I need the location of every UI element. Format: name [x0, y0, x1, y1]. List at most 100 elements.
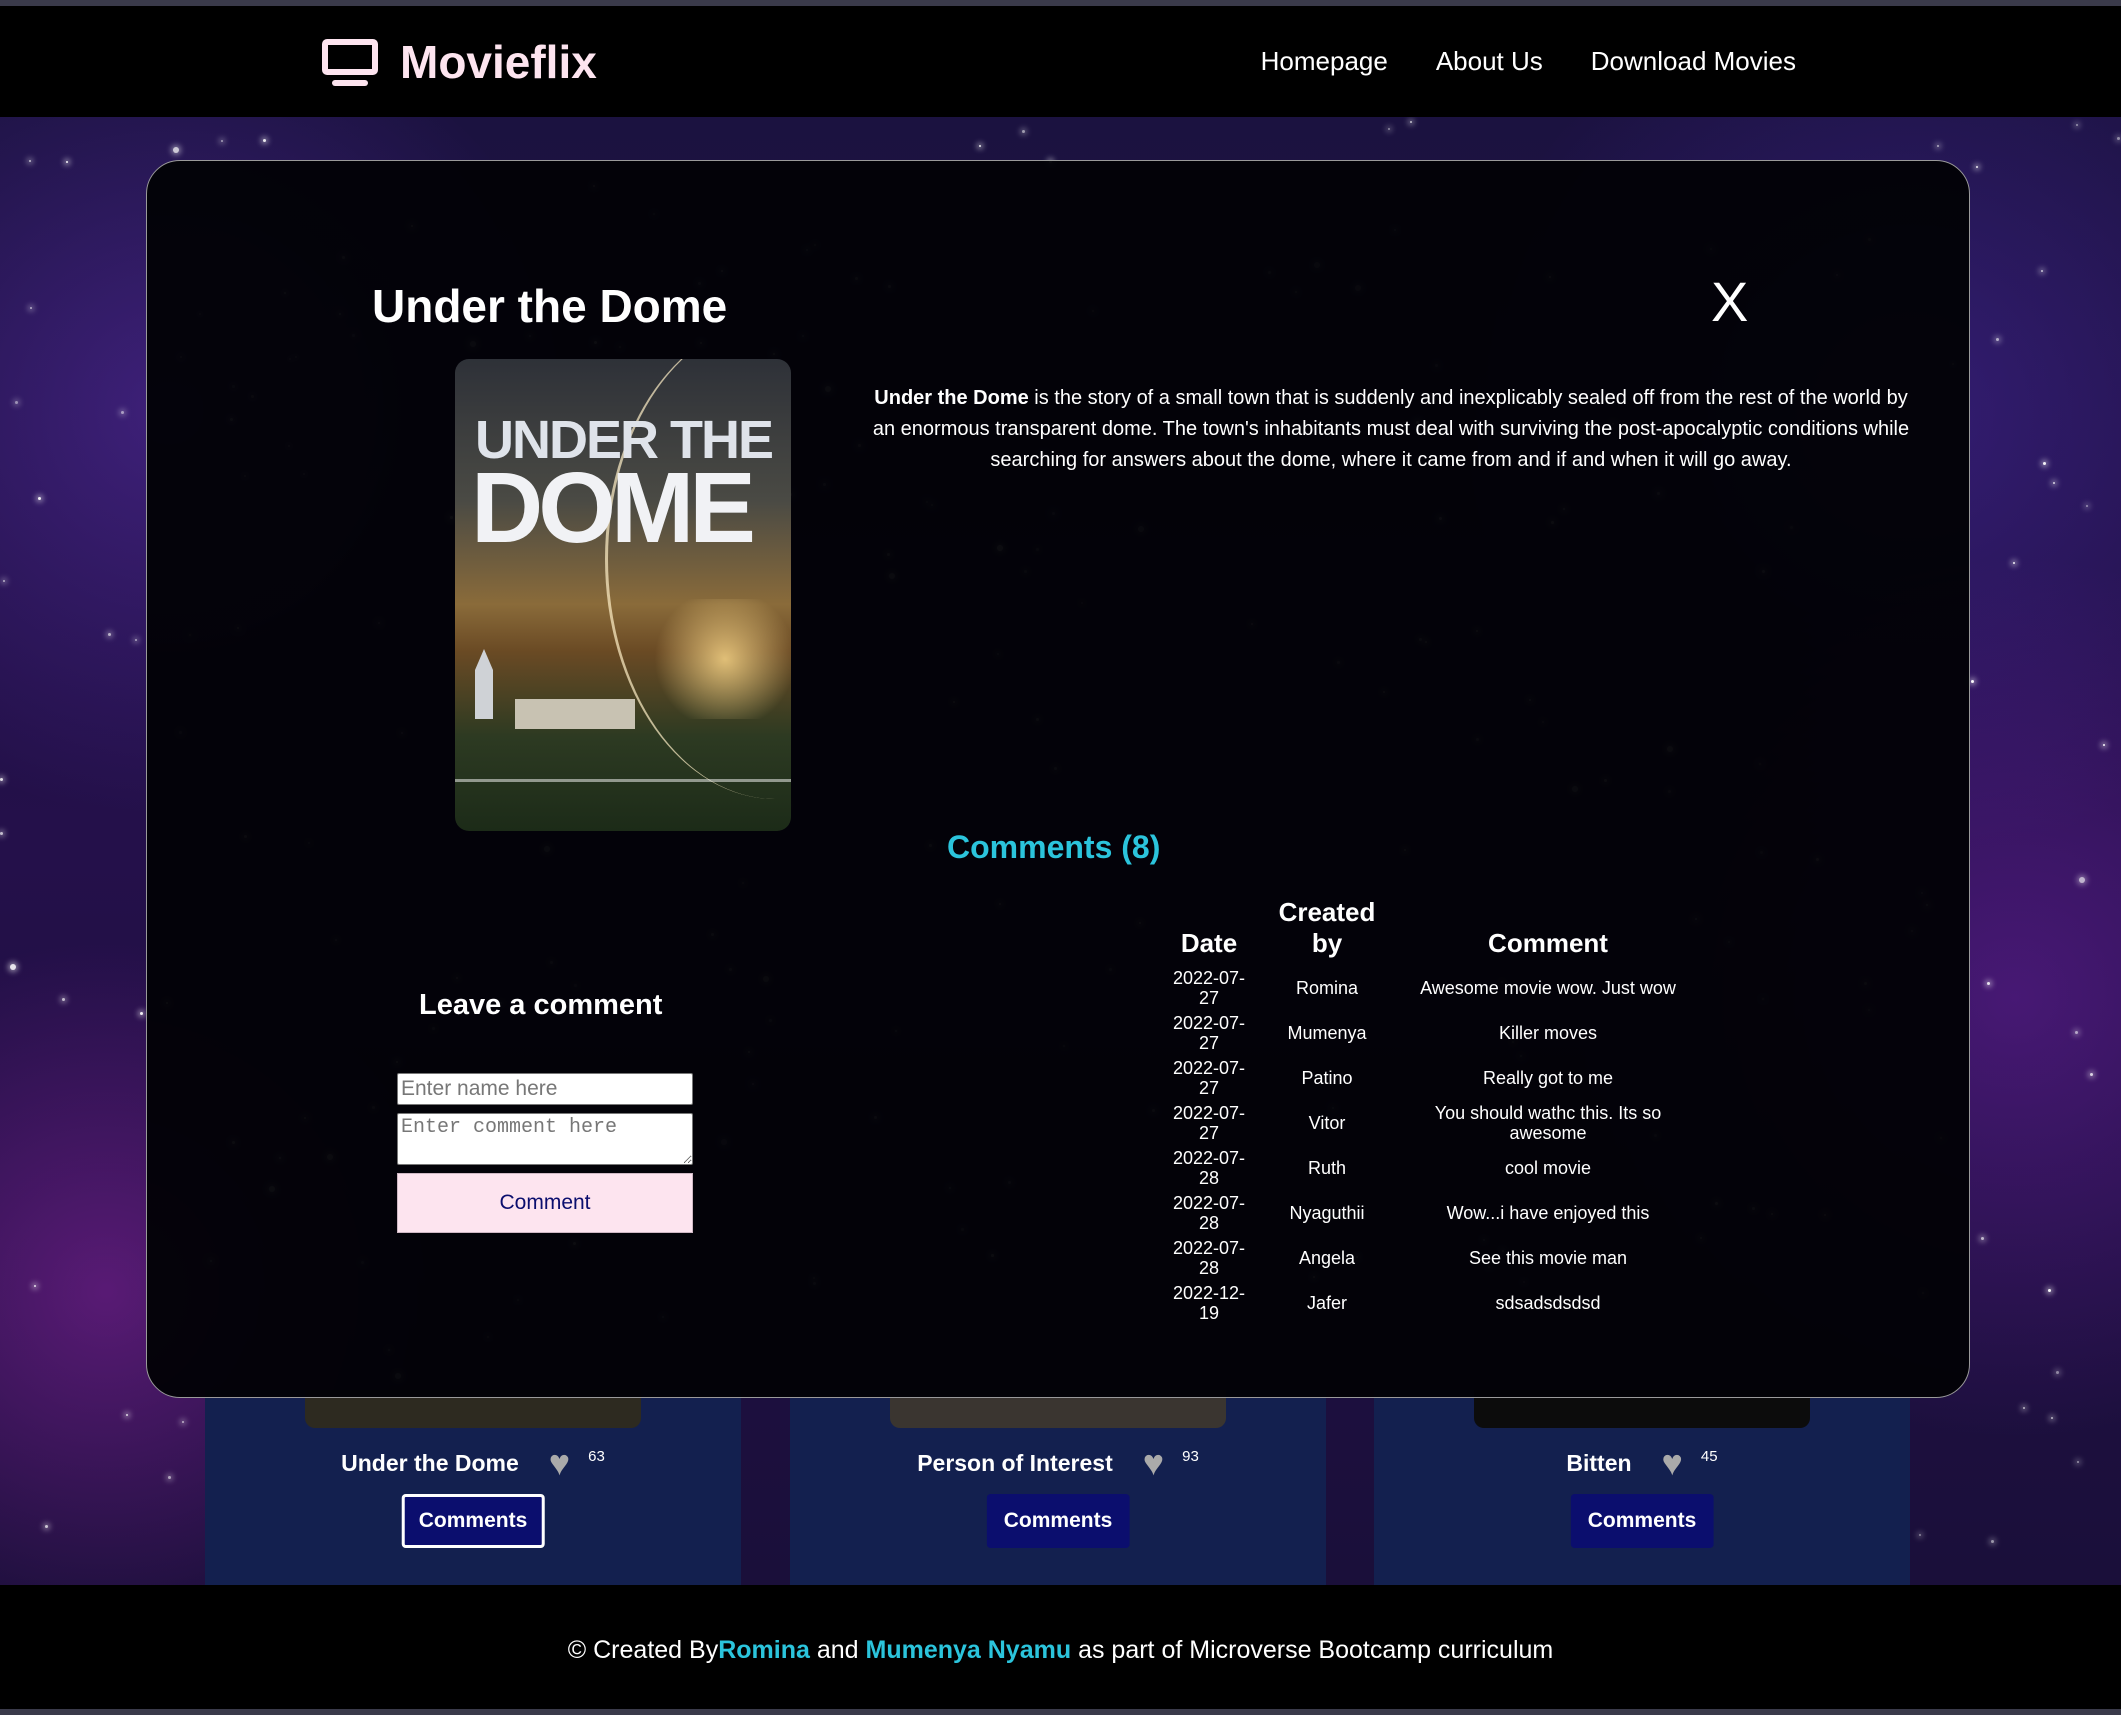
- name-input[interactable]: [397, 1073, 693, 1105]
- footer-author-mumenya[interactable]: Mumenya Nyamu: [866, 1636, 1072, 1665]
- comment-textarea[interactable]: [397, 1113, 693, 1165]
- star: [1981, 1237, 1984, 1240]
- star: [221, 140, 223, 142]
- modal-title: Under the Dome: [372, 280, 728, 332]
- site-footer: © Created By Romina and Mumenya Nyamu as…: [0, 1585, 2121, 1715]
- comments-table: Date Created by Comment 2022-07-27 Romina…: [1157, 897, 1703, 1325]
- comment-row: 2022-07-27 Vitor You should wathc this. It…: [1157, 1100, 1703, 1145]
- card-title: Under the Dome: [341, 1449, 519, 1476]
- star: [173, 147, 179, 153]
- star: [135, 639, 137, 641]
- site-header: Movieflix Homepage About Us Download Mov…: [0, 6, 2121, 117]
- like-count: 45: [1700, 1447, 1718, 1465]
- star: [0, 832, 3, 835]
- star: [140, 1012, 143, 1015]
- comments-heading: Comments (8): [947, 829, 1161, 865]
- comment-author: Ruth: [1307, 1157, 1347, 1178]
- comments-button[interactable]: Comments: [986, 1494, 1130, 1548]
- show-card-under-the-dome: Under the Dome ♥ 63 Comments: [205, 1390, 741, 1585]
- comment-date: 2022-07-27: [1172, 1012, 1246, 1053]
- star: [126, 1414, 128, 1416]
- star: [168, 1476, 171, 1479]
- star: [30, 307, 32, 309]
- comment-author: Angela: [1298, 1247, 1356, 1268]
- comment-row: 2022-07-28 Ruth cool movie: [1157, 1145, 1703, 1190]
- star: [2041, 270, 2043, 272]
- star: [15, 401, 18, 404]
- star: [1976, 166, 1978, 168]
- star: [3, 580, 5, 582]
- star: [2075, 1031, 2078, 1034]
- comment-author: Vitor: [1308, 1112, 1346, 1133]
- comment-text: Really got to me: [1482, 1067, 1614, 1088]
- comment-row: 2022-07-28 Nyaguthii Wow...i have enjoyed …: [1157, 1190, 1703, 1235]
- star: [2051, 1417, 2053, 1419]
- like-count: 63: [588, 1447, 605, 1465]
- nav-about-us[interactable]: About Us: [1436, 46, 1543, 77]
- header-created-by: Created by: [1278, 897, 1376, 958]
- comment-author: Patino: [1301, 1067, 1353, 1088]
- star: [2048, 1289, 2051, 1292]
- star: [2056, 1371, 2059, 1374]
- submit-comment-button[interactable]: Comment: [397, 1173, 693, 1233]
- footer-author-romina[interactable]: Romina: [718, 1636, 810, 1665]
- header-date: Date: [1180, 928, 1238, 958]
- star: [1937, 145, 1939, 147]
- nav-homepage[interactable]: Homepage: [1261, 46, 1388, 77]
- star: [29, 160, 31, 162]
- comment-text: sdsadsdsdsd: [1495, 1292, 1601, 1313]
- brand[interactable]: Movieflix: [320, 32, 597, 92]
- star: [108, 633, 111, 636]
- nav-download-movies[interactable]: Download Movies: [1591, 46, 1796, 77]
- comment-date: 2022-07-28: [1172, 1192, 1246, 1233]
- star: [2043, 462, 2046, 465]
- comment-author: Mumenya: [1287, 1022, 1367, 1043]
- comments-button[interactable]: Comments: [401, 1494, 545, 1548]
- star: [1987, 982, 1990, 985]
- comment-row: 2022-07-27 Romina Awesome movie wow. Just …: [1157, 965, 1703, 1010]
- comment-text: Awesome movie wow. Just wow: [1420, 977, 1676, 998]
- star: [10, 964, 16, 970]
- main-nav: Homepage About Us Download Movies: [1261, 46, 1796, 77]
- show-card-bitten: Bitten ♥ 45 Comments: [1374, 1390, 1910, 1585]
- star: [1971, 680, 1974, 683]
- comment-text: You should wathc this. Its so awesome: [1434, 1102, 1662, 1143]
- show-poster: UNDER THE DOME: [455, 359, 791, 831]
- heart-icon[interactable]: ♥: [549, 1445, 570, 1481]
- star: [2117, 137, 2120, 140]
- star: [1410, 121, 1412, 123]
- comment-text: cool movie: [1504, 1157, 1592, 1178]
- close-button[interactable]: X: [1711, 269, 1748, 334]
- comment-text: Wow...i have enjoyed this: [1446, 1202, 1650, 1223]
- star: [1919, 1534, 1921, 1536]
- tv-icon: [320, 37, 382, 87]
- star: [2076, 124, 2078, 126]
- comment-date: 2022-07-27: [1172, 967, 1246, 1008]
- comments-table-body: 2022-07-27 Romina Awesome movie wow. Just …: [1157, 965, 1703, 1325]
- description-show-name: Under the Dome: [874, 387, 1029, 409]
- star: [979, 145, 981, 147]
- comments-button[interactable]: Comments: [1570, 1494, 1714, 1548]
- star: [38, 497, 41, 500]
- star: [2090, 1073, 2093, 1076]
- star: [0, 778, 3, 781]
- heart-icon[interactable]: ♥: [1662, 1445, 1683, 1481]
- show-description: Under the Dome is the story of a small t…: [861, 383, 1921, 476]
- comment-row: 2022-07-27 Patino Really got to me: [1157, 1055, 1703, 1100]
- heart-icon[interactable]: ♥: [1143, 1445, 1164, 1481]
- star: [2023, 1407, 2025, 1409]
- star: [2086, 505, 2088, 507]
- comment-date: 2022-12-19: [1172, 1282, 1246, 1323]
- description-text: is the story of a small town that is sud…: [872, 387, 1910, 471]
- footer-suffix: as part of Microverse Bootcamp curriculu…: [1071, 1635, 1554, 1664]
- comment-date: 2022-07-28: [1172, 1147, 1246, 1188]
- comment-date: 2022-07-27: [1172, 1102, 1246, 1143]
- card-title: Person of Interest: [917, 1449, 1113, 1476]
- star: [2079, 877, 2085, 883]
- leave-comment-title: Leave a comment: [419, 989, 663, 1021]
- star: [2077, 1461, 2079, 1463]
- star: [1991, 1540, 1994, 1543]
- comment-author: Jafer: [1306, 1292, 1348, 1313]
- star: [1022, 130, 1025, 133]
- show-card-person-of-interest: Person of Interest ♥ 93 Comments: [790, 1390, 1326, 1585]
